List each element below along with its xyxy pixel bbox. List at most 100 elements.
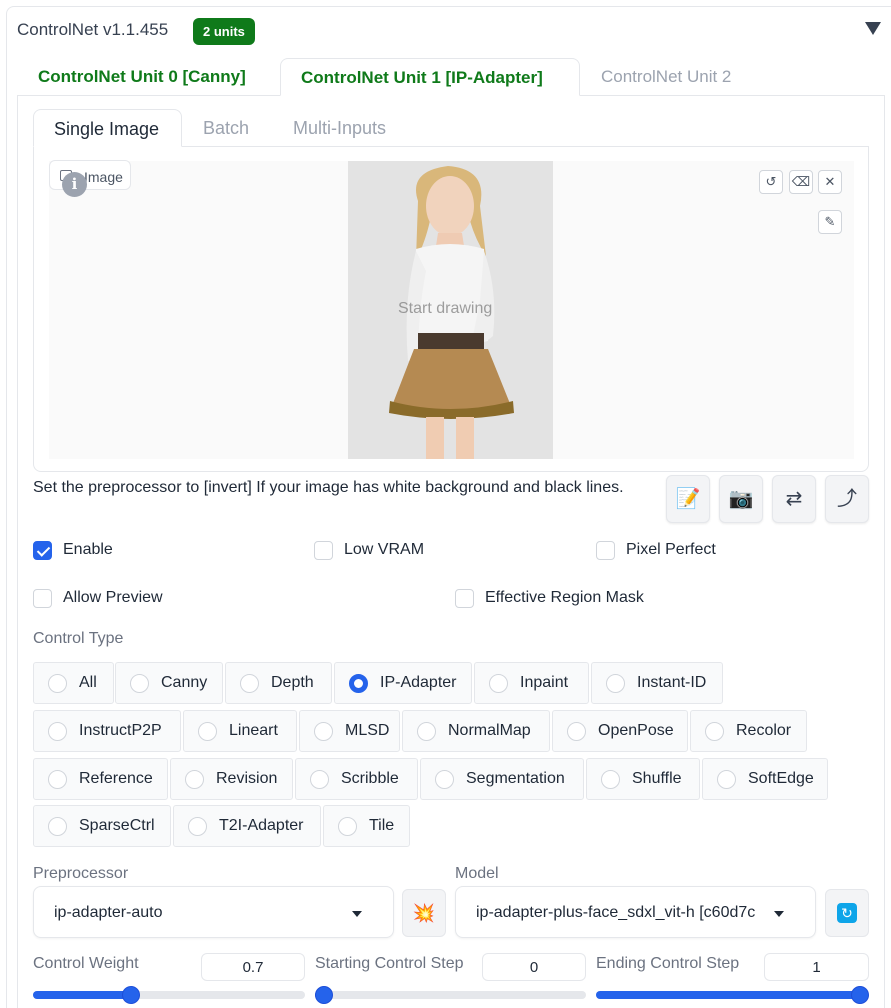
- radio-depth-dot[interactable]: [240, 674, 259, 693]
- effective-region-mask-check-box[interactable]: [455, 589, 474, 608]
- ending-step-slider[interactable]: [596, 986, 869, 1004]
- swap-icon[interactable]: ⇄: [772, 475, 816, 523]
- radio-segmentation-dot[interactable]: [435, 770, 454, 789]
- starting-step-input[interactable]: 0: [482, 953, 586, 981]
- explode-icon[interactable]: 💥: [402, 889, 446, 937]
- radio-inpaint[interactable]: Inpaint: [474, 662, 589, 704]
- radio-inpaint-dot[interactable]: [489, 674, 508, 693]
- tab-batch[interactable]: Batch: [203, 109, 249, 147]
- radio-scribble[interactable]: Scribble: [295, 758, 418, 800]
- collapse-caret-icon[interactable]: [865, 22, 881, 35]
- radio-tile[interactable]: Tile: [323, 805, 410, 847]
- radio-normalmap-label: NormalMap: [448, 722, 531, 739]
- control-weight-input[interactable]: 0.7: [201, 953, 305, 981]
- radio-lineart-dot[interactable]: [198, 722, 217, 741]
- radio-depth[interactable]: Depth: [225, 662, 332, 704]
- control-weight-slider[interactable]: [33, 986, 305, 1004]
- allow-preview-check-box[interactable]: [33, 589, 52, 608]
- radio-instant-id-dot[interactable]: [606, 674, 625, 693]
- radio-tile-label: Tile: [369, 817, 395, 834]
- enable-label: Enable: [63, 541, 113, 558]
- starting-step-label: Starting Control Step: [315, 955, 464, 972]
- radio-ip-adapter-label: IP-Adapter: [380, 674, 457, 691]
- tab-unit-1[interactable]: ControlNet Unit 1 [IP-Adapter]: [280, 58, 580, 96]
- units-badge: 2 units: [193, 18, 255, 45]
- radio-t2i-adapter-dot[interactable]: [188, 817, 207, 836]
- start-drawing-overlay: Start drawing: [398, 300, 493, 317]
- camera-icon[interactable]: 📷: [719, 475, 763, 523]
- radio-sparsectrl-dot[interactable]: [48, 817, 67, 836]
- radio-shuffle-label: Shuffle: [632, 770, 682, 787]
- model-label: Model: [455, 865, 499, 882]
- radio-shuffle[interactable]: Shuffle: [586, 758, 700, 800]
- close-icon[interactable]: ✕: [818, 170, 842, 194]
- tab-unit-0[interactable]: ControlNet Unit 0 [Canny]: [38, 58, 246, 96]
- radio-segmentation[interactable]: Segmentation: [420, 758, 584, 800]
- control-weight-thumb[interactable]: [121, 986, 140, 1004]
- radio-softedge-dot[interactable]: [717, 770, 736, 789]
- radio-canny-label: Canny: [161, 674, 208, 691]
- low-vram-check-box[interactable]: [314, 541, 333, 560]
- effective-region-mask-label: Effective Region Mask: [485, 589, 644, 606]
- tab-single-image[interactable]: Single Image: [33, 109, 182, 147]
- radio-ip-adapter-dot[interactable]: [349, 674, 368, 693]
- enable-check-box[interactable]: [33, 541, 52, 560]
- pixel-perfect-check-box[interactable]: [596, 541, 615, 560]
- radio-recolor-dot[interactable]: [705, 722, 724, 741]
- radio-inpaint-label: Inpaint: [520, 674, 569, 691]
- radio-t2i-adapter[interactable]: T2I-Adapter: [173, 805, 321, 847]
- refresh-icon[interactable]: ↻: [825, 889, 869, 937]
- radio-instructp2p-label: InstructP2P: [79, 722, 162, 739]
- radio-softedge[interactable]: SoftEdge: [702, 758, 828, 800]
- reset-icon[interactable]: ↺: [759, 170, 783, 194]
- radio-openpose[interactable]: OpenPose: [552, 710, 688, 752]
- radio-sparsectrl[interactable]: SparseCtrl: [33, 805, 171, 847]
- ending-step-thumb[interactable]: [851, 986, 869, 1004]
- radio-canny[interactable]: Canny: [115, 662, 223, 704]
- radio-recolor[interactable]: Recolor: [690, 710, 807, 752]
- model-value: ip-adapter-plus-face_sdxl_vit-h [c60d7c: [476, 904, 756, 921]
- radio-instructp2p-dot[interactable]: [48, 722, 67, 741]
- radio-revision-dot[interactable]: [185, 770, 204, 789]
- accordion-title[interactable]: ControlNet v1.1.455: [17, 20, 168, 40]
- tab-multi-inputs[interactable]: Multi-Inputs: [293, 109, 386, 147]
- control-weight-label: Control Weight: [33, 955, 139, 972]
- radio-depth-label: Depth: [271, 674, 314, 691]
- radio-tile-dot[interactable]: [338, 817, 357, 836]
- starting-step-slider[interactable]: [315, 986, 586, 1004]
- radio-mlsd-label: MLSD: [345, 722, 390, 739]
- radio-instructp2p[interactable]: InstructP2P: [33, 710, 181, 752]
- chevron-down-icon: [352, 911, 362, 917]
- radio-instant-id[interactable]: Instant-ID: [591, 662, 723, 704]
- radio-canny-dot[interactable]: [130, 674, 149, 693]
- tab-unit-2[interactable]: ControlNet Unit 2: [601, 58, 731, 96]
- chevron-down-icon: [774, 911, 784, 917]
- radio-reference[interactable]: Reference: [33, 758, 168, 800]
- radio-mlsd-dot[interactable]: [314, 722, 333, 741]
- radio-reference-dot[interactable]: [48, 770, 67, 789]
- send-icon[interactable]: ⤴: [825, 475, 869, 523]
- radio-lineart-label: Lineart: [229, 722, 278, 739]
- radio-lineart[interactable]: Lineart: [183, 710, 297, 752]
- radio-normalmap[interactable]: NormalMap: [402, 710, 550, 752]
- radio-shuffle-dot[interactable]: [601, 770, 620, 789]
- radio-all[interactable]: All: [33, 662, 114, 704]
- radio-openpose-dot[interactable]: [567, 722, 586, 741]
- radio-scribble-label: Scribble: [341, 770, 399, 787]
- radio-mlsd[interactable]: MLSD: [299, 710, 400, 752]
- ending-step-input[interactable]: 1: [764, 953, 869, 981]
- radio-all-dot[interactable]: [48, 674, 67, 693]
- radio-segmentation-label: Segmentation: [466, 770, 565, 787]
- model-dropdown[interactable]: ip-adapter-plus-face_sdxl_vit-h [c60d7c: [455, 886, 816, 938]
- starting-step-thumb[interactable]: [315, 986, 333, 1004]
- edit-icon[interactable]: 📝: [666, 475, 710, 523]
- radio-normalmap-dot[interactable]: [417, 722, 436, 741]
- preprocessor-dropdown[interactable]: ip-adapter-auto: [33, 886, 394, 938]
- radio-ip-adapter[interactable]: IP-Adapter: [334, 662, 472, 704]
- info-icon[interactable]: i: [62, 172, 87, 197]
- eraser-icon[interactable]: ⌫: [789, 170, 813, 194]
- radio-revision[interactable]: Revision: [170, 758, 293, 800]
- radio-sparsectrl-label: SparseCtrl: [79, 817, 155, 834]
- radio-scribble-dot[interactable]: [310, 770, 329, 789]
- brush-icon[interactable]: ✎: [818, 210, 842, 234]
